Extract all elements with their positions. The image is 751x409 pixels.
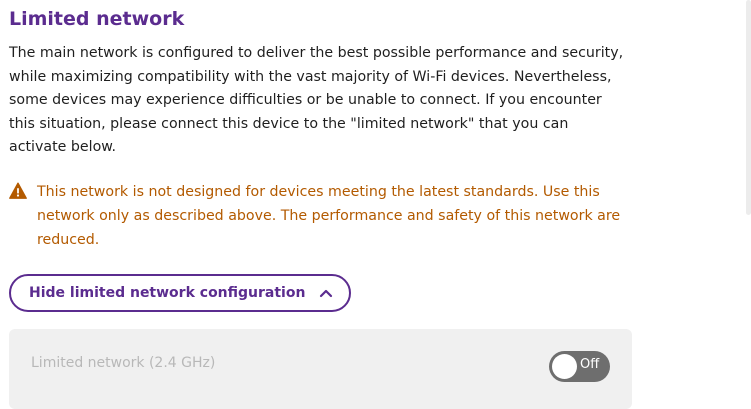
section-title: Limited network bbox=[9, 8, 185, 30]
section-description: The main network is configured to delive… bbox=[9, 45, 624, 155]
warning-text: This network is not designed for devices… bbox=[37, 184, 621, 248]
limited-network-label: Limited network (2.4 GHz) bbox=[31, 355, 216, 371]
switch-knob bbox=[552, 354, 577, 379]
warning-message: This network is not designed for devices… bbox=[9, 180, 629, 252]
switch-state-label: Off bbox=[580, 357, 600, 372]
chevron-up-icon bbox=[320, 289, 333, 298]
hide-limited-network-config-button[interactable]: Hide limited network configuration bbox=[9, 274, 352, 312]
limited-network-config-panel: Limited network (2.4 GHz) Off bbox=[9, 329, 632, 409]
hide-config-label: Hide limited network configuration bbox=[29, 285, 306, 301]
warning-triangle-icon bbox=[9, 182, 27, 199]
scrollbar[interactable] bbox=[746, 0, 751, 215]
limited-network-switch[interactable]: Off bbox=[549, 351, 610, 382]
